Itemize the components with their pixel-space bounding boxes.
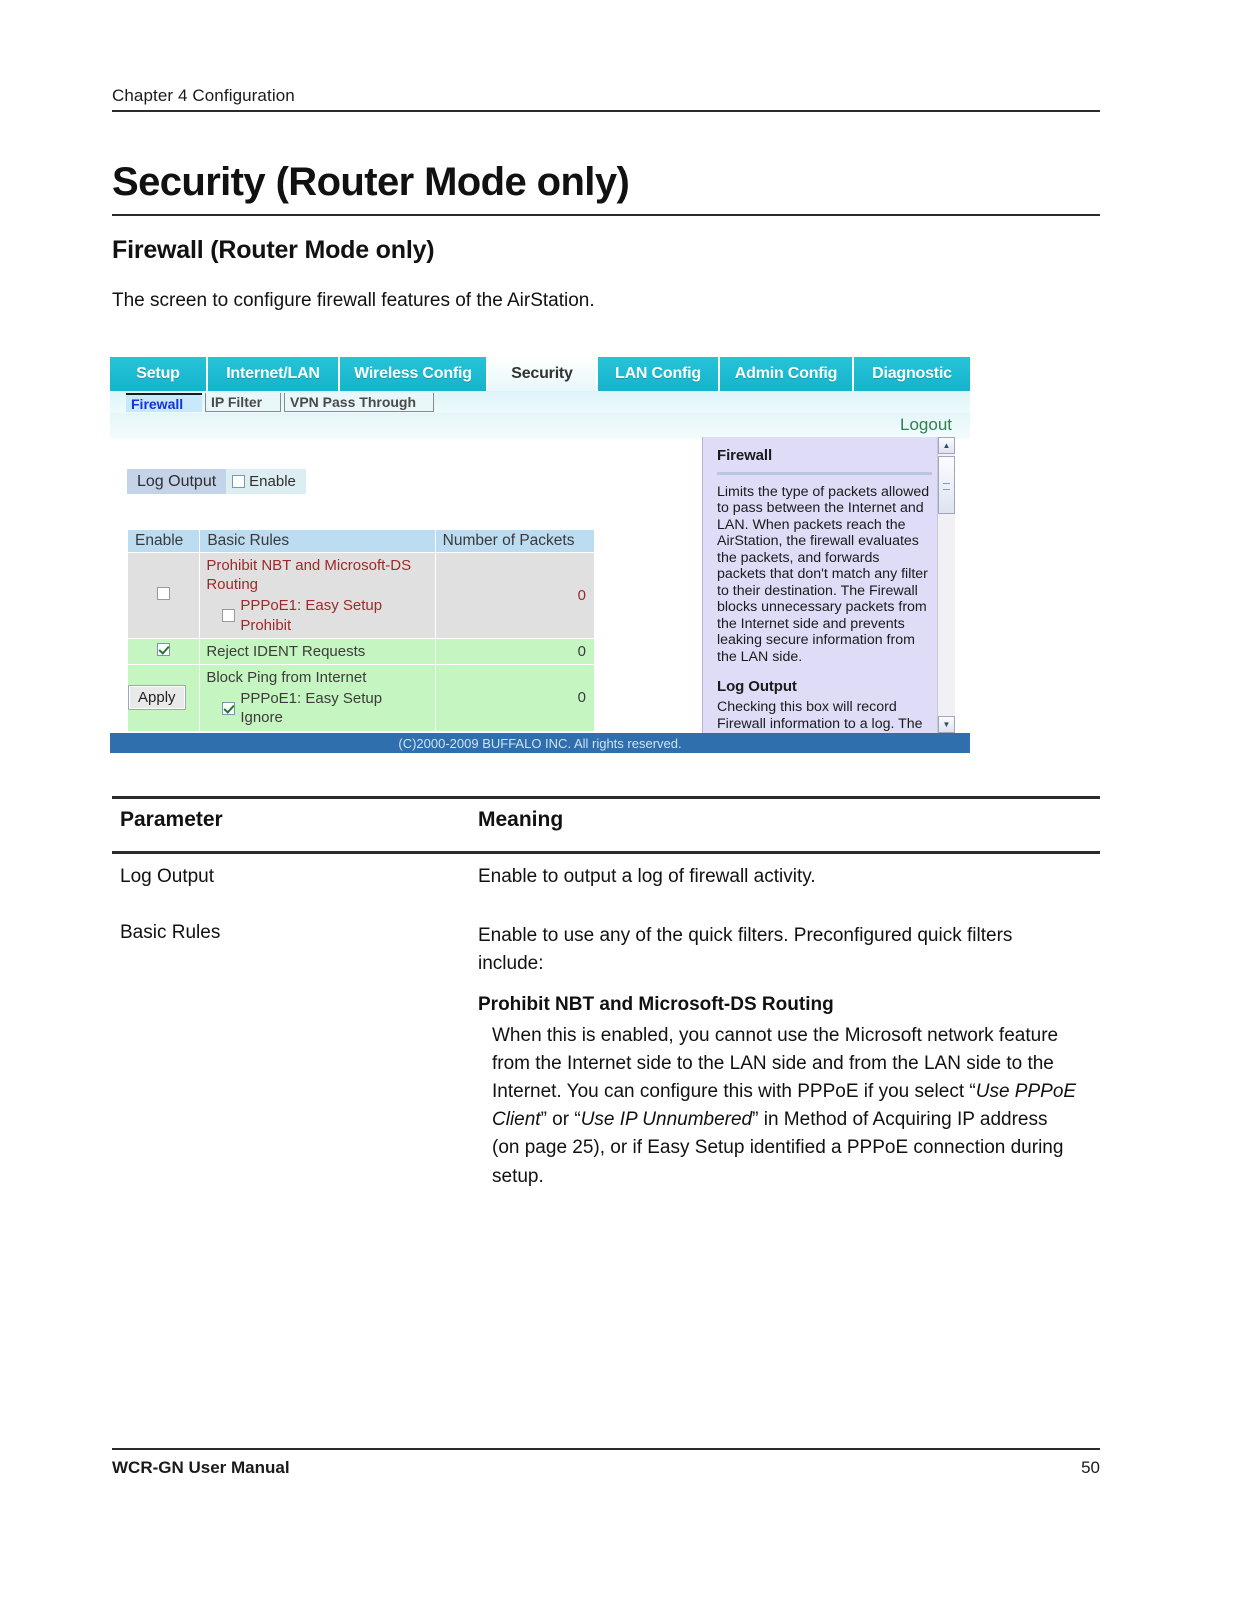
- footer-page-number: 50: [1081, 1458, 1100, 1477]
- log-output-label: Log Output: [127, 469, 227, 494]
- col-header-number-of-packets: Number of Packets: [434, 529, 596, 553]
- help-scrollbar[interactable]: ▲ ▼: [937, 437, 955, 733]
- copyright-bar: (C)2000-2009 BUFFALO INC. All rights res…: [110, 733, 970, 753]
- table-row: Reject IDENT Requests 0: [126, 637, 596, 665]
- log-output-row: Log Output Enable: [127, 469, 306, 494]
- row-packets-cell: 0: [434, 663, 596, 732]
- scroll-up-arrow-icon[interactable]: ▲: [938, 437, 955, 454]
- log-output-enable-label: Enable: [249, 473, 296, 490]
- param-row-1-meaning: Enable to output a log of firewall activ…: [478, 866, 816, 887]
- router-ui-screenshot: Setup Internet/LAN Wireless Config Secur…: [110, 357, 970, 757]
- rule-enable-checkbox[interactable]: [157, 642, 171, 656]
- footer-manual-title: WCR-GN User Manual: [112, 1458, 290, 1477]
- param-table-top-rule: [112, 796, 1100, 799]
- subtab-vpn-pass-through[interactable]: VPN Pass Through: [284, 393, 434, 412]
- scroll-down-arrow-icon[interactable]: ▼: [938, 716, 955, 733]
- rule-label: Block Ping from Internet: [206, 668, 367, 686]
- running-head: Chapter 4 Configuration: [112, 86, 295, 105]
- help-panel: Firewall Limits the type of packets allo…: [702, 437, 955, 748]
- log-output-field[interactable]: Enable: [226, 469, 306, 494]
- param-row-2-meaning: Enable to use any of the quick filters. …: [478, 925, 1013, 975]
- param-sub-heading: Prohibit NBT and Microsoft-DS Routing: [478, 994, 834, 1015]
- logout-link[interactable]: Logout: [900, 415, 952, 435]
- rule-label: Reject IDENT Requests: [206, 642, 366, 660]
- tab-wireless-config[interactable]: Wireless Config: [340, 357, 488, 391]
- tab-internet-lan[interactable]: Internet/LAN: [208, 357, 340, 391]
- row-rule-cell: Prohibit NBT and Microsoft-DS Routing PP…: [199, 552, 436, 639]
- row-enable-cell[interactable]: [126, 552, 201, 639]
- tab-security[interactable]: Security: [488, 357, 598, 391]
- table-row: Prohibit NBT and Microsoft-DS Routing PP…: [126, 552, 596, 639]
- sub-body-italic-2: Use IP Unnumbered: [580, 1109, 753, 1131]
- row-packets-cell: 0: [434, 637, 596, 665]
- document-page: Chapter 4 Configuration Security (Router…: [0, 0, 1237, 1600]
- page-title: Security (Router Mode only): [112, 160, 630, 204]
- param-table-header-parameter: Parameter: [120, 808, 223, 831]
- subtab-ip-filter[interactable]: IP Filter: [205, 393, 281, 412]
- sub-body-pre: When this is enabled, you cannot use the…: [492, 1025, 1059, 1103]
- rule-sub-option-label: PPPoE1: Easy Setup Ignore: [240, 690, 383, 727]
- title-rule: [112, 214, 1100, 216]
- subtab-firewall[interactable]: Firewall: [126, 393, 202, 412]
- rule-sub-option-checkbox[interactable]: [222, 701, 236, 715]
- intro-paragraph: The screen to configure firewall feature…: [112, 290, 595, 311]
- sub-body-mid: ” or “: [540, 1109, 581, 1131]
- row-packets-cell: 0: [434, 552, 596, 639]
- row-rule-cell: Reject IDENT Requests: [199, 637, 436, 665]
- rule-enable-checkbox[interactable]: [157, 586, 171, 600]
- header-rule: [112, 110, 1100, 112]
- param-row-1-parameter: Log Output: [120, 866, 215, 887]
- row-rule-cell: Block Ping from Internet PPPoE1: Easy Se…: [199, 663, 436, 732]
- help-heading-firewall: Firewall: [717, 447, 773, 464]
- help-body-firewall: Limits the type of packets allowed to pa…: [717, 484, 930, 665]
- help-heading-log-output: Log Output: [717, 678, 797, 696]
- table-row: Block Ping from Internet PPPoE1: Easy Se…: [126, 663, 596, 732]
- rule-label: Prohibit NBT and Microsoft-DS Routing: [206, 557, 412, 594]
- tab-diagnostic[interactable]: Diagnostic: [854, 357, 970, 391]
- tab-lan-config[interactable]: LAN Config: [598, 357, 720, 391]
- logout-zone: [110, 413, 970, 439]
- section-subtitle: Firewall (Router Mode only): [112, 236, 435, 264]
- rule-sub-option[interactable]: PPPoE1: Easy Setup Ignore: [206, 689, 428, 727]
- param-row-2-parameter: Basic Rules: [120, 922, 221, 943]
- footer-rule: [112, 1448, 1100, 1450]
- row-enable-cell[interactable]: [126, 637, 201, 665]
- rule-sub-option-checkbox[interactable]: [222, 609, 236, 623]
- basic-rules-table: Enable Basic Rules Number of Packets Pro…: [126, 529, 596, 732]
- param-table-header-meaning: Meaning: [478, 808, 564, 831]
- param-sub-body: When this is enabled, you cannot use the…: [492, 1022, 1080, 1191]
- rule-sub-option-label: PPPoE1: Easy Setup Prohibit: [240, 597, 383, 634]
- help-content: Firewall Limits the type of packets allo…: [717, 447, 932, 749]
- scrollbar-thumb[interactable]: [938, 456, 955, 514]
- rule-sub-option[interactable]: PPPoE1: Easy Setup Prohibit: [206, 596, 428, 634]
- col-header-basic-rules: Basic Rules: [199, 529, 436, 553]
- apply-button[interactable]: Apply: [128, 685, 186, 710]
- table-header-row: Enable Basic Rules Number of Packets: [126, 529, 596, 553]
- tab-setup[interactable]: Setup: [110, 357, 208, 391]
- col-header-enable: Enable: [126, 529, 201, 553]
- log-output-enable-checkbox[interactable]: [232, 475, 246, 488]
- help-divider: [717, 472, 932, 475]
- tab-admin-config[interactable]: Admin Config: [720, 357, 854, 391]
- param-table-mid-rule: [112, 851, 1100, 854]
